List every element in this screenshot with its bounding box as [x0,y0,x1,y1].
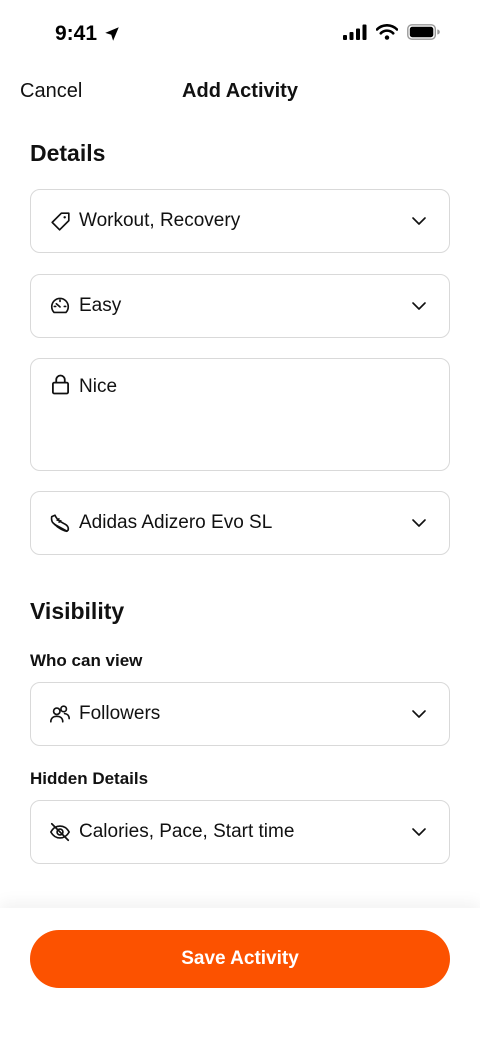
wifi-icon [376,24,398,40]
cancel-button[interactable]: Cancel [20,80,82,103]
who-can-view-value: Followers [79,703,161,724]
hidden-details-label: Hidden Details [30,769,149,788]
chevron-down-icon [409,211,429,231]
location-arrow-icon [105,27,119,41]
chevron-down-icon [409,822,429,842]
visibility-section-title: Visibility [30,598,125,624]
hidden-details-value: Calories, Pace, Start time [79,821,295,842]
shoe-icon [49,512,71,534]
chevron-down-icon [409,296,429,316]
lock-icon [49,373,71,395]
status-icons [343,24,440,40]
people-icon [49,703,71,725]
gear-value: Adidas Adizero Evo SL [79,512,273,533]
battery-icon [407,24,440,40]
effort-select[interactable]: Easy [30,274,450,338]
who-can-view-select[interactable]: Followers [30,682,450,746]
hidden-details-select[interactable]: Calories, Pace, Start time [30,800,450,864]
effort-value: Easy [79,295,122,316]
details-section-title: Details [30,140,106,166]
tag-icon [49,210,71,232]
gauge-icon [49,295,71,317]
gear-select[interactable]: Adidas Adizero Evo SL [30,491,450,555]
nav-bar: Cancel Add Activity [0,74,480,114]
save-activity-button[interactable]: Save Activity [30,930,450,988]
signal-icon [343,24,367,40]
chevron-down-icon [409,513,429,533]
private-notes-value: Nice [79,376,118,397]
status-time-text: 9:41 [55,22,98,45]
status-time: 9:41 [55,22,121,46]
tags-value: Workout, Recovery [79,210,241,231]
who-can-view-label: Who can view [30,651,143,670]
eye-slash-icon [49,821,71,843]
status-bar: 9:41 [0,0,480,70]
chevron-down-icon [409,704,429,724]
tags-select[interactable]: Workout, Recovery [30,189,450,253]
bottom-action-bar: Save Activity [0,908,480,1040]
private-notes-input[interactable]: Nice [30,358,450,471]
